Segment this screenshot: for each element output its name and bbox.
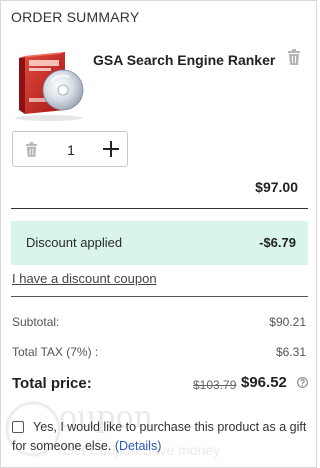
order-summary-panel: ORDER SUMMARY GSA Search Engine Ranker 1… <box>0 0 317 468</box>
trash-icon[interactable] <box>25 142 38 157</box>
tax-value: $6.31 <box>275 345 306 359</box>
subtotal-value: $90.21 <box>269 315 306 329</box>
quantity-stepper: 1 <box>12 131 128 167</box>
discount-coupon-link[interactable]: I have a discount coupon <box>12 271 157 286</box>
remove-item-trash-icon[interactable] <box>287 49 301 65</box>
original-total-price: $103.79 <box>193 378 237 392</box>
tax-label: Total TAX (7%) : <box>12 345 99 359</box>
line-item-price: $97.00 <box>255 179 298 195</box>
gift-details-link[interactable]: (Details) <box>115 439 162 453</box>
total-price-label: Total price: <box>12 375 92 392</box>
discounted-total-price: $96.52 <box>241 374 287 391</box>
discount-label: Discount applied <box>26 235 123 250</box>
help-icon[interactable] <box>297 377 308 388</box>
discount-banner: Discount applied -$6.79 <box>11 221 308 265</box>
gift-option-text: Yes, I would like to purchase this produ… <box>12 418 312 456</box>
discount-value: -$6.79 <box>259 235 296 250</box>
product-box-icon <box>15 52 84 121</box>
subtotal-label: Subtotal: <box>12 315 60 329</box>
divider <box>11 208 308 209</box>
divider <box>11 296 308 297</box>
plus-icon[interactable] <box>102 140 120 158</box>
order-summary-title: ORDER SUMMARY <box>11 9 140 25</box>
quantity-value[interactable]: 1 <box>53 142 89 158</box>
product-name: GSA Search Engine Ranker <box>93 52 276 68</box>
